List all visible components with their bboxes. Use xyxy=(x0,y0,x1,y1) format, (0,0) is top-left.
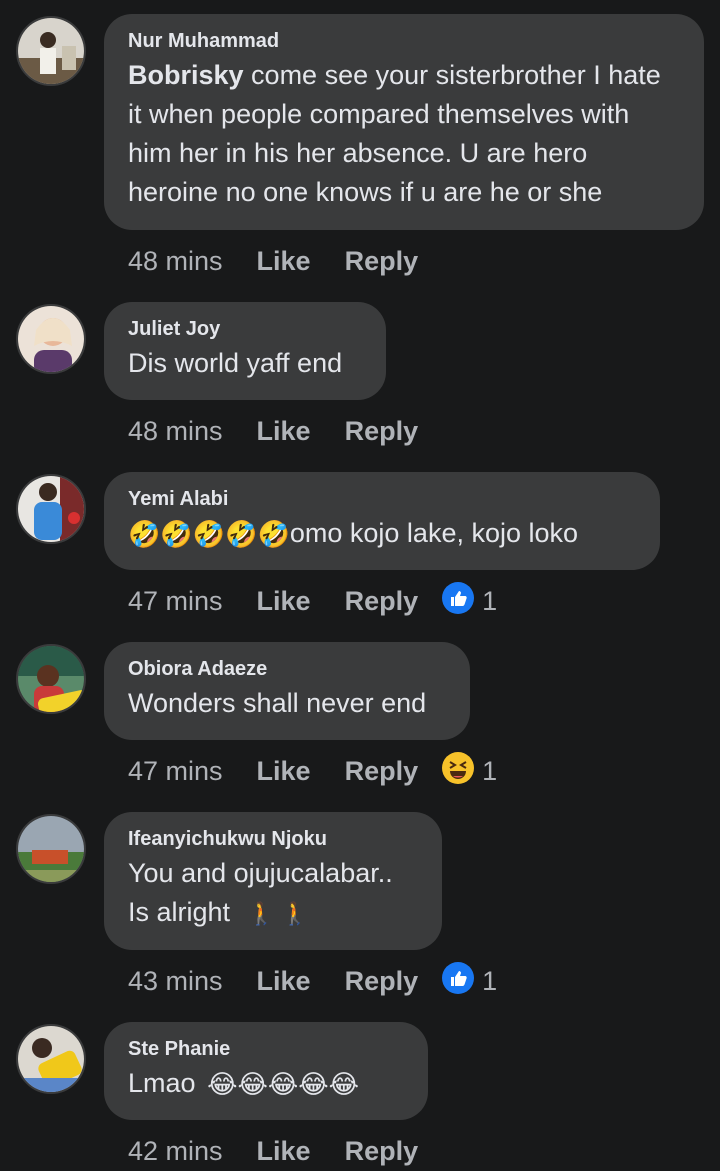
comment-bubble: Nur Muhammad Bobrisky come see your sist… xyxy=(104,14,704,230)
like-button[interactable]: Like xyxy=(257,756,311,787)
comment-bubble: Yemi Alabi 🤣🤣🤣🤣🤣omo kojo lake, kojo loko xyxy=(104,472,660,570)
reply-button[interactable]: Reply xyxy=(345,756,419,787)
avatar[interactable] xyxy=(16,16,86,86)
avatar[interactable] xyxy=(16,474,86,544)
avatar[interactable] xyxy=(16,1024,86,1094)
like-reaction-icon xyxy=(442,961,475,1001)
rofl-emoji-icon: 🤣🤣🤣🤣🤣 xyxy=(128,519,290,550)
avatar[interactable] xyxy=(16,814,86,884)
comment-bubble: Ifeanyichukwu Njoku You and ojujucalabar… xyxy=(104,812,442,950)
author-name[interactable]: Yemi Alabi xyxy=(128,486,636,512)
reply-button[interactable]: Reply xyxy=(345,1136,419,1167)
comment-meta: 43 mins Like Reply 1 xyxy=(128,961,497,1001)
comment-text: Wonders shall never end xyxy=(128,688,427,718)
timestamp[interactable]: 47 mins xyxy=(128,756,223,787)
comment-text: Bobrisky come see your sisterbrother I h… xyxy=(128,56,680,212)
comment-bubble: Ste Phanie Lmao 😂😂😂😂😂 xyxy=(104,1022,428,1120)
comment-bubble: Juliet Joy Dis world yaff end xyxy=(104,302,386,400)
haha-reaction-icon xyxy=(442,751,475,791)
timestamp[interactable]: 48 mins xyxy=(128,246,223,277)
timestamp[interactable]: 42 mins xyxy=(128,1136,223,1167)
like-button[interactable]: Like xyxy=(257,586,311,617)
author-name[interactable]: Nur Muhammad xyxy=(128,28,680,54)
reply-button[interactable]: Reply xyxy=(345,416,419,447)
comment-body: Lmao xyxy=(128,1068,196,1098)
reaction-count: 1 xyxy=(482,755,498,786)
reaction-count: 1 xyxy=(482,965,498,996)
comment-bubble: Obiora Adaeze Wonders shall never end xyxy=(104,642,470,740)
author-name[interactable]: Ste Phanie xyxy=(128,1036,404,1062)
author-name[interactable]: Obiora Adaeze xyxy=(128,656,446,682)
like-button[interactable]: Like xyxy=(257,246,311,277)
comment-body: Is alright xyxy=(128,897,231,927)
like-button[interactable]: Like xyxy=(257,416,311,447)
reaction-summary[interactable]: 1 xyxy=(442,751,498,791)
comment-text: Lmao 😂😂😂😂😂 xyxy=(128,1064,404,1104)
author-name[interactable]: Ifeanyichukwu Njoku xyxy=(128,826,418,852)
reply-button[interactable]: Reply xyxy=(345,966,419,997)
comment-text: Dis world yaff end xyxy=(128,348,343,378)
author-name[interactable]: Juliet Joy xyxy=(128,316,362,342)
like-button[interactable]: Like xyxy=(257,966,311,997)
timestamp[interactable]: 47 mins xyxy=(128,586,223,617)
like-reaction-icon xyxy=(442,581,475,621)
avatar[interactable] xyxy=(16,304,86,374)
avatar[interactable] xyxy=(16,644,86,714)
comment-text-line2: Is alright 🚶 🚶 xyxy=(128,893,418,933)
reaction-summary[interactable]: 1 xyxy=(442,961,498,1001)
like-button[interactable]: Like xyxy=(257,1136,311,1167)
reply-button[interactable]: Reply xyxy=(345,586,419,617)
comment-meta: 48 mins Like Reply xyxy=(128,241,452,281)
comment-meta: 42 mins Like Reply xyxy=(128,1131,452,1171)
timestamp[interactable]: 43 mins xyxy=(128,966,223,997)
reaction-count: 1 xyxy=(482,585,498,616)
comment-meta: 48 mins Like Reply xyxy=(128,411,452,451)
timestamp[interactable]: 48 mins xyxy=(128,416,223,447)
comment-meta: 47 mins Like Reply 1 xyxy=(128,751,497,791)
mention-link[interactable]: Bobrisky xyxy=(128,60,244,90)
comment-text: You and ojujucalabar.. xyxy=(128,858,393,888)
comment-meta: 47 mins Like Reply 1 xyxy=(128,581,497,621)
reaction-summary[interactable]: 1 xyxy=(442,581,498,621)
tears-of-joy-emoji-icon: 😂😂😂😂😂 xyxy=(207,1069,359,1100)
reply-button[interactable]: Reply xyxy=(345,246,419,277)
comment-text: 🤣🤣🤣🤣🤣omo kojo lake, kojo loko xyxy=(128,514,636,554)
comment-body: omo kojo lake, kojo loko xyxy=(289,518,579,548)
walking-person-emoji-icon: 🚶 🚶 xyxy=(247,901,309,927)
